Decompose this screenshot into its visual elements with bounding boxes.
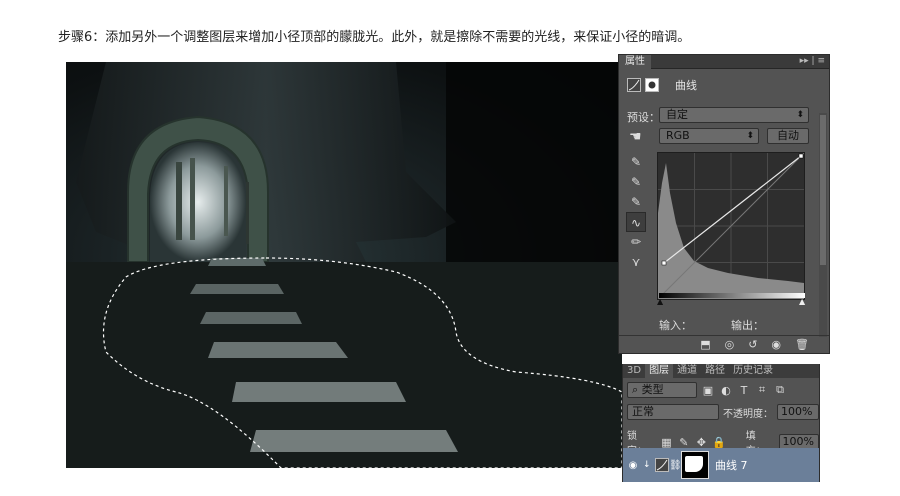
image-filter-icon[interactable]: ▣ <box>701 384 715 397</box>
properties-scrollbar[interactable] <box>819 113 827 337</box>
visibility-eye-icon[interactable]: ◉ <box>623 460 643 471</box>
fill-value: 100% <box>782 435 814 448</box>
preset-value: 自定 <box>666 108 688 121</box>
curves-tools: ✎ ✎ ✎ ∿ ✏ ⋎ <box>626 152 646 272</box>
adjustment-filter-icon[interactable]: ◐ <box>719 384 733 397</box>
curves-adjustment-icon <box>655 458 669 472</box>
black-point-slider[interactable]: ▲ <box>657 297 663 306</box>
filter-row: ⌕ 类型 ▣ ◐ T ⌗ ⧉ <box>627 382 787 398</box>
output-gradient-bar <box>659 293 805 298</box>
step-caption: 步骤6：添加另外一个调整图层来增加小径顶部的朦胧光。此外，就是擦除不需要的光线，… <box>58 30 691 45</box>
hand-adjust-icon[interactable]: ☚ <box>629 129 642 145</box>
layers-tabs: 3D 图层 通道 路径 历史记录 <box>623 364 819 378</box>
opacity-label: 不透明度： <box>723 408 773 420</box>
channel-dropdown[interactable]: RGB ⬍ <box>659 128 759 144</box>
lock-transparent-icon[interactable]: ▦ <box>660 436 673 449</box>
link-icon[interactable]: ⛓ <box>669 460 682 471</box>
preset-label: 预设： <box>627 111 660 124</box>
eyedropper-black-icon[interactable]: ✎ <box>626 152 646 172</box>
tab-channels[interactable]: 通道 <box>673 364 701 378</box>
layer-row-curves-7[interactable]: ◉ ↓ ⛓ 曲线 7 <box>623 448 819 482</box>
layer-name[interactable]: 曲线 7 <box>715 457 748 473</box>
curves-adjustment-icon <box>627 78 641 92</box>
clip-to-layer-icon[interactable]: ⬒ <box>700 338 710 351</box>
search-icon: ⌕ <box>632 383 639 396</box>
white-point-slider[interactable]: ▲ <box>799 297 805 306</box>
opacity-value: 100% <box>781 405 813 418</box>
opacity-input[interactable]: 100% <box>777 404 819 420</box>
tab-3d[interactable]: 3D <box>623 364 645 378</box>
tab-paths[interactable]: 路径 <box>701 364 729 378</box>
smart-object-filter-icon[interactable]: ⧉ <box>773 383 787 397</box>
adjustment-title: 曲线 <box>675 79 697 92</box>
blend-row: 正常 不透明度： 100% <box>627 404 819 420</box>
dropdown-arrow-icon: ⬍ <box>746 131 754 141</box>
curve-point-low <box>661 260 667 266</box>
tab-properties[interactable]: 属性 <box>619 55 651 69</box>
auto-button[interactable]: 自动 <box>767 128 809 144</box>
panel-menu-icon[interactable]: ▸▸ | ≡ <box>800 56 825 66</box>
curve-point-tool-icon[interactable]: ∿ <box>626 212 646 232</box>
pencil-icon[interactable]: ✏ <box>626 232 646 252</box>
reset-icon[interactable]: ↺ <box>748 338 757 351</box>
output-label: 输出： <box>731 319 764 332</box>
layers-panel: 3D 图层 通道 路径 历史记录 ⌕ 类型 ▣ ◐ T ⌗ ⧉ 正常 不透明度：… <box>622 364 820 482</box>
adjustment-header: 曲线 <box>627 77 697 93</box>
tab-history[interactable]: 历史记录 <box>729 364 777 378</box>
curve-point-high <box>798 153 804 159</box>
channel-value: RGB <box>666 129 690 142</box>
layer-mask-thumbnail[interactable] <box>681 451 709 479</box>
eyedropper-gray-icon[interactable]: ✎ <box>626 172 646 192</box>
smooth-icon[interactable]: ⋎ <box>626 252 646 272</box>
blend-mode-value: 正常 <box>632 405 654 418</box>
tab-layers[interactable]: 图层 <box>645 364 674 378</box>
lock-paint-icon[interactable]: ✎ <box>677 436 690 449</box>
dropdown-arrow-icon: ⬍ <box>796 110 804 120</box>
filter-kind-dropdown[interactable]: ⌕ 类型 <box>627 382 697 398</box>
lock-all-icon[interactable]: 🔒 <box>712 436 726 449</box>
trash-icon[interactable]: 🗑 <box>795 338 809 351</box>
view-previous-icon[interactable]: ◎ <box>725 338 735 351</box>
curves-graph[interactable] <box>657 152 805 300</box>
shape-filter-icon[interactable]: ⌗ <box>755 383 769 397</box>
mask-icon[interactable] <box>645 78 659 92</box>
properties-footer: ⬒ ◎ ↺ ◉ 🗑 <box>619 335 829 353</box>
type-filter-icon[interactable]: T <box>737 384 751 397</box>
eyedropper-white-icon[interactable]: ✎ <box>626 192 646 212</box>
curve-line <box>663 155 802 264</box>
filter-kind-value: 类型 <box>641 383 664 396</box>
preset-dropdown[interactable]: 自定 ⬍ <box>659 107 809 123</box>
lock-position-icon[interactable]: ✥ <box>695 436 708 449</box>
properties-titlebar: 属性 ▸▸ | ≡ <box>619 55 829 69</box>
blend-mode-dropdown[interactable]: 正常 <box>627 404 719 420</box>
properties-panel: 属性 ▸▸ | ≡ 曲线 预设： 自定 ⬍ ☚ RGB ⬍ 自动 ✎ ✎ ✎ ∿… <box>618 54 830 354</box>
forest-tunnel-image <box>66 62 622 468</box>
visibility-icon[interactable]: ◉ <box>771 338 781 351</box>
clipping-arrow-icon: ↓ <box>643 460 651 470</box>
input-label: 输入： <box>659 319 692 332</box>
